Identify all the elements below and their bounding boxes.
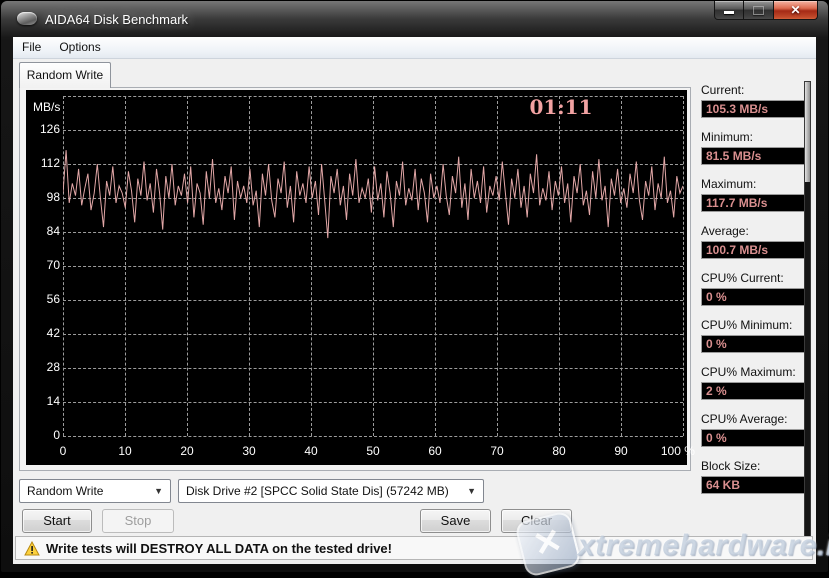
stat-group: CPU% Current: 0 %: [701, 271, 813, 306]
x-tick-label: 70: [490, 444, 503, 458]
benchmark-line: [63, 96, 683, 436]
y-tick-label: 126: [30, 122, 60, 136]
y-tick-label: 56: [30, 292, 60, 306]
y-tick-label: 98: [30, 190, 60, 204]
stat-label: CPU% Average:: [701, 412, 813, 426]
tab-random-write[interactable]: Random Write: [19, 62, 111, 88]
gridline-horizontal: [63, 436, 683, 437]
tab-page: MB/s 01:11 126 112 98 84 70 56 42 28 14 00 10 20 30 4…: [19, 87, 691, 471]
chart-area: MB/s 01:11 126 112 98 84 70 56 42 28 14 00 10 20 30 4…: [26, 90, 687, 465]
x-tick-label: 30: [242, 444, 255, 458]
stat-label: CPU% Current:: [701, 271, 813, 285]
stat-label: Current:: [701, 83, 813, 97]
y-tick-label: 112: [30, 156, 60, 170]
drive-select[interactable]: Disk Drive #2 [SPCC Solid State Dis] (57…: [178, 479, 484, 503]
stat-value: 100.7 MB/s: [701, 241, 805, 259]
stat-value: 81.5 MB/s: [701, 147, 805, 165]
stat-group: Minimum: 81.5 MB/s: [701, 130, 813, 165]
chevron-down-icon: ▼: [154, 480, 163, 502]
stop-button[interactable]: Stop: [102, 509, 174, 533]
app-icon: [17, 12, 37, 25]
y-tick-label: 14: [30, 394, 60, 408]
stat-value: 0 %: [701, 429, 805, 447]
chevron-down-icon: ▼: [467, 480, 476, 502]
test-type-value: Random Write: [27, 484, 103, 498]
stat-group: Block Size: 64 KB: [701, 459, 813, 494]
scrollbar-thumb[interactable]: [805, 82, 810, 182]
x-tick-label: 10: [118, 444, 131, 458]
stat-value: 117.7 MB/s: [701, 194, 805, 212]
close-button[interactable]: ✕: [774, 1, 818, 20]
stat-group: CPU% Maximum: 2 %: [701, 365, 813, 400]
menubar: FileOptions: [13, 37, 816, 59]
test-type-select[interactable]: Random Write ▼: [19, 479, 171, 503]
y-axis-unit-label: MB/s: [33, 100, 60, 114]
minimize-icon: [724, 11, 734, 14]
close-icon: ✕: [790, 3, 800, 17]
x-tick-label: 0: [60, 444, 67, 458]
y-tick-label: 28: [30, 360, 60, 374]
elapsed-time: 01:11: [481, 95, 641, 119]
gridline-vertical: [683, 96, 684, 436]
menu-item-options[interactable]: Options: [50, 37, 109, 59]
stat-label: Average:: [701, 224, 813, 238]
menu-item-file[interactable]: File: [13, 37, 50, 59]
maximize-button[interactable]: [744, 1, 774, 20]
stat-group: CPU% Minimum: 0 %: [701, 318, 813, 353]
stat-value: 105.3 MB/s: [701, 100, 805, 118]
watermark-text: xtremehardware.it: [578, 529, 829, 563]
x-tick-label: 100 %: [661, 444, 695, 458]
save-button[interactable]: Save: [420, 509, 491, 533]
x-tick-label: 40: [304, 444, 317, 458]
warning-icon: [24, 541, 40, 556]
stat-value: 0 %: [701, 335, 805, 353]
status-warning-text: Write tests will DESTROY ALL DATA on the…: [46, 541, 392, 556]
window-controls: ✕: [714, 1, 818, 20]
window-titlebar[interactable]: AIDA64 Disk Benchmark ✕: [1, 1, 828, 37]
x-tick-label: 60: [428, 444, 441, 458]
window-frame: AIDA64 Disk Benchmark ✕ FileOptions Rand…: [0, 0, 829, 573]
panel-scrollbar[interactable]: [804, 81, 811, 558]
x-tick-label: 20: [180, 444, 193, 458]
stat-value: 2 %: [701, 382, 805, 400]
stat-group: Average: 100.7 MB/s: [701, 224, 813, 259]
y-tick-label: 84: [30, 224, 60, 238]
stat-label: CPU% Maximum:: [701, 365, 813, 379]
y-tick-label: 70: [30, 258, 60, 272]
client-area: Random Write MB/s 01:11 126 112 98 84 70 56 42…: [13, 59, 816, 564]
stat-group: Maximum: 117.7 MB/s: [701, 177, 813, 212]
minimize-button[interactable]: [714, 1, 744, 20]
stat-label: Minimum:: [701, 130, 813, 144]
y-tick-label: 42: [30, 326, 60, 340]
stat-value: 0 %: [701, 288, 805, 306]
start-button[interactable]: Start: [22, 509, 92, 533]
drive-select-value: Disk Drive #2 [SPCC Solid State Dis] (57…: [186, 484, 449, 498]
maximize-icon: [753, 6, 764, 15]
stat-label: Block Size:: [701, 459, 813, 473]
x-tick-label: 50: [366, 444, 379, 458]
stat-value: 64 KB: [701, 476, 805, 494]
stat-label: CPU% Minimum:: [701, 318, 813, 332]
stats-panel: Current: 105.3 MB/s Minimum: 81.5 MB/s Maxim…: [701, 83, 813, 506]
y-tick-label: 0: [30, 428, 60, 442]
x-tick-label: 80: [552, 444, 565, 458]
stat-group: CPU% Average: 0 %: [701, 412, 813, 447]
stat-group: Current: 105.3 MB/s: [701, 83, 813, 118]
stat-label: Maximum:: [701, 177, 813, 191]
window-title: AIDA64 Disk Benchmark: [45, 12, 188, 27]
x-tick-label: 90: [614, 444, 627, 458]
plot-grid: [63, 96, 683, 436]
